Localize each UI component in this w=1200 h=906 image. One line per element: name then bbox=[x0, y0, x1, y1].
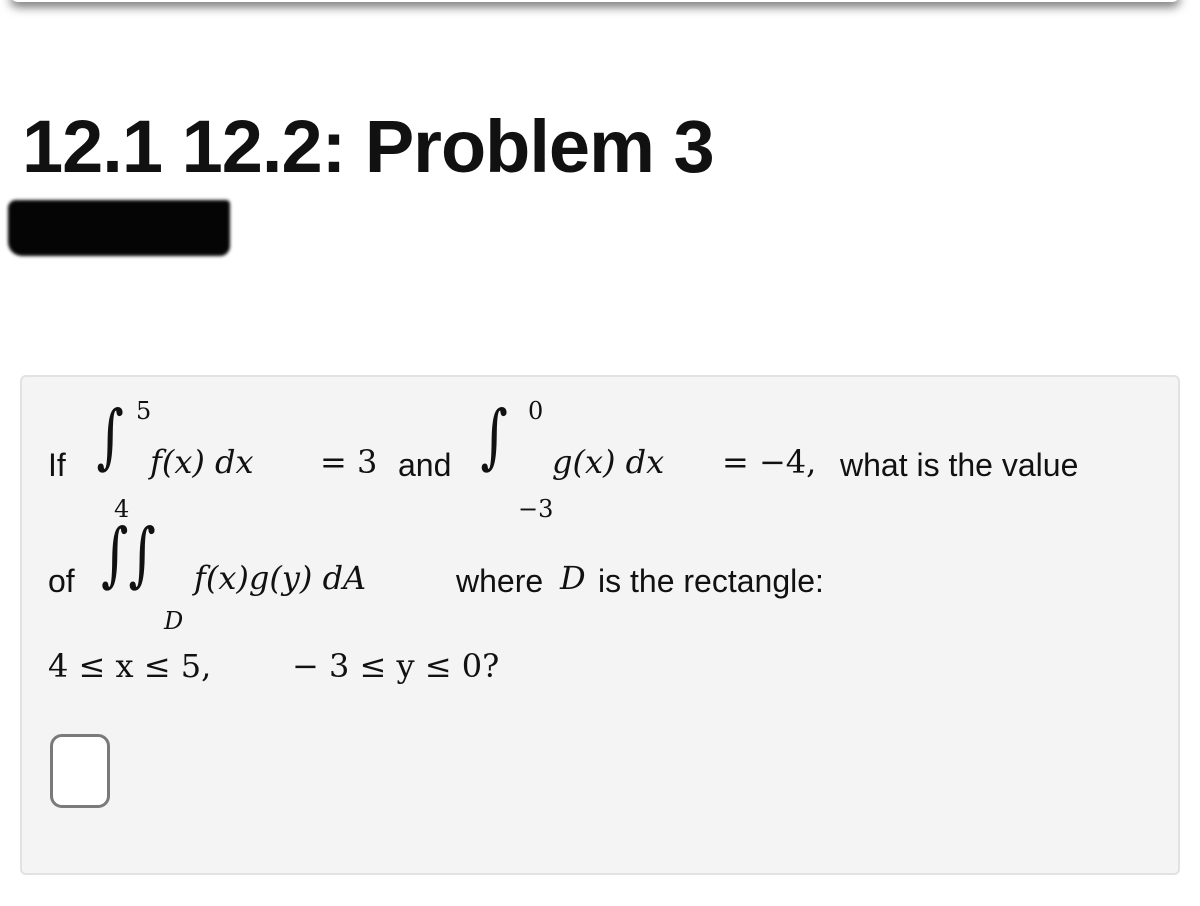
constraint-y: − 3 ≤ y ≤ 0? bbox=[292, 647, 500, 685]
integral1-upper-limit: 5 bbox=[136, 397, 152, 425]
text-of: of bbox=[48, 563, 75, 599]
text-and: and bbox=[398, 447, 452, 483]
constraint-x: 4 ≤ x ≤ 5, bbox=[48, 647, 212, 685]
problem-card: If ∫ 5 4 f(x) dx = 3 and ∫ 0 −3 g(x) dx … bbox=[20, 375, 1180, 875]
text-is-the-rectangle: is the rectangle: bbox=[598, 563, 824, 599]
integral-sign: ∫ bbox=[480, 395, 508, 477]
redacted-label bbox=[8, 200, 230, 256]
integral1-value: = 3 bbox=[320, 443, 378, 481]
double-integral-integrand: f(x)g(y) dA bbox=[194, 559, 367, 597]
top-bar bbox=[10, 0, 1180, 2]
integral1-integrand: f(x) dx bbox=[150, 443, 254, 481]
integral2-value: = −4, bbox=[722, 443, 817, 481]
answer-input[interactable] bbox=[50, 734, 110, 808]
text-if: If bbox=[48, 447, 66, 483]
integral2-integrand: g(x) dx bbox=[552, 443, 665, 481]
integral-sign: ∫ bbox=[96, 395, 124, 477]
text-what-is-the-value: what is the value bbox=[840, 447, 1079, 483]
integral2-upper-limit: 0 bbox=[528, 397, 544, 425]
integral2-lower-limit: −3 bbox=[518, 495, 554, 523]
text-where: where bbox=[456, 563, 544, 599]
page-title: 12.1 12.2: Problem 3 bbox=[22, 105, 715, 188]
double-integral-region: D bbox=[164, 607, 184, 635]
region-variable: D bbox=[560, 559, 586, 597]
double-integral-sign: ∫∫ bbox=[101, 513, 156, 595]
